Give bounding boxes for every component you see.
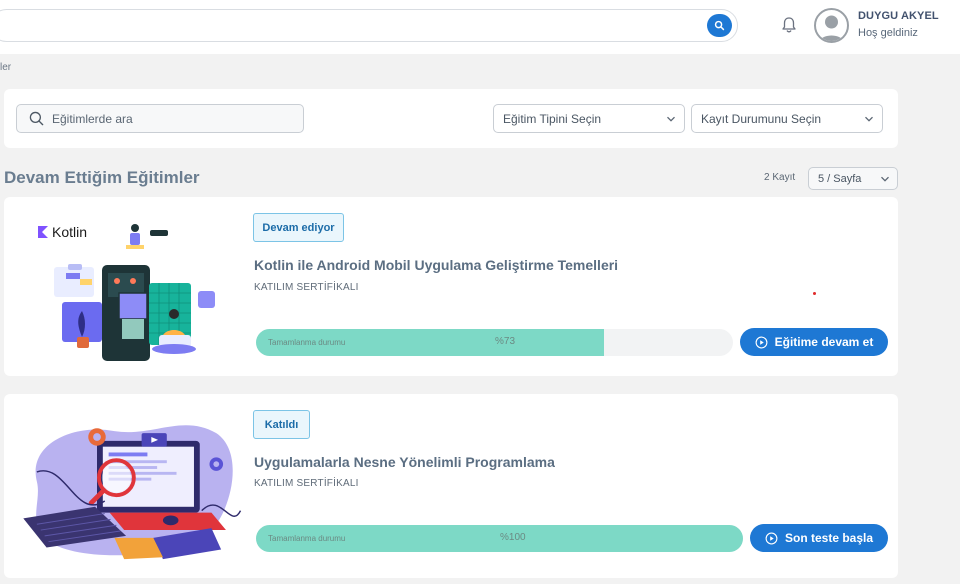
progress-label: Tamamlanma durumu bbox=[268, 534, 346, 543]
course-search-field[interactable] bbox=[16, 104, 304, 133]
start-final-test-label: Son teste başla bbox=[784, 531, 874, 545]
kotlin-logo-text: Kotlin bbox=[52, 224, 87, 240]
user-name[interactable]: DUYGU AKYEL bbox=[858, 10, 939, 22]
global-search-button[interactable] bbox=[707, 14, 732, 37]
continue-course-button[interactable]: Eğitime devam et bbox=[740, 328, 888, 356]
record-count: 2 Kayıt bbox=[764, 172, 796, 183]
continue-course-label: Eğitime devam et bbox=[774, 335, 874, 349]
chevron-down-icon bbox=[667, 116, 675, 122]
start-final-test-button[interactable]: Son teste başla bbox=[750, 524, 888, 552]
user-avatar-icon[interactable] bbox=[814, 8, 849, 43]
progress-value: %100 bbox=[500, 532, 526, 543]
progress-label: Tamamlanma durumu bbox=[268, 338, 346, 347]
course-type-select[interactable]: Eğitim Tipini Seçin bbox=[493, 104, 685, 133]
course-card: Katıldı Uygulamalarla Nesne Yönelimli Pr… bbox=[4, 394, 898, 578]
enrollment-status-select[interactable]: Kayıt Durumunu Seçin bbox=[691, 104, 883, 133]
user-greeting: Hoş geldiniz bbox=[858, 27, 918, 39]
completion-progress-bar: Tamamlanma durumu %100 bbox=[256, 525, 743, 552]
bell-icon[interactable] bbox=[779, 15, 799, 35]
course-certificate-label: KATILIM SERTİFİKALI bbox=[254, 282, 359, 293]
completion-progress-bar: Tamamlanma durumu %73 bbox=[256, 329, 733, 356]
play-circle-icon bbox=[755, 336, 768, 348]
progress-value: %73 bbox=[495, 336, 516, 347]
course-title[interactable]: Uygulamalarla Nesne Yönelimli Programlam… bbox=[254, 454, 555, 470]
chevron-down-icon bbox=[865, 116, 873, 122]
chevron-down-icon bbox=[881, 176, 889, 182]
oop-course-illustration bbox=[23, 425, 242, 560]
kotlin-logo-icon bbox=[38, 226, 48, 238]
page-size-value: 5 / Sayfa bbox=[818, 172, 862, 185]
search-icon bbox=[714, 20, 725, 31]
red-dot bbox=[813, 292, 816, 295]
course-search-input[interactable] bbox=[52, 111, 282, 126]
status-badge: Katıldı bbox=[253, 410, 310, 439]
breadcrumb[interactable]: ler bbox=[0, 62, 11, 73]
course-certificate-label: KATILIM SERTİFİKALI bbox=[254, 478, 359, 489]
section-title: Devam Ettiğim Eğitimler bbox=[4, 168, 200, 187]
status-badge: Devam ediyor bbox=[253, 213, 344, 242]
search-icon bbox=[29, 111, 44, 126]
course-title[interactable]: Kotlin ile Android Mobil Uygulama Gelişt… bbox=[254, 257, 618, 273]
course-card: Kotlin Devam ediyor Kotlin ile Android M… bbox=[4, 197, 898, 376]
course-type-select-value: Eğitim Tipini Seçin bbox=[503, 111, 602, 126]
global-search-field[interactable] bbox=[0, 9, 738, 42]
kotlin-course-illustration: Kotlin bbox=[38, 224, 215, 361]
top-header: DUYGU AKYEL Hoş geldiniz bbox=[0, 0, 960, 54]
page-size-select[interactable]: 5 / Sayfa bbox=[808, 167, 898, 190]
play-circle-icon bbox=[765, 532, 778, 544]
filter-panel: Eğitim Tipini Seçin Kayıt Durumunu Seçin bbox=[4, 89, 898, 148]
enrollment-status-select-value: Kayıt Durumunu Seçin bbox=[701, 111, 822, 126]
